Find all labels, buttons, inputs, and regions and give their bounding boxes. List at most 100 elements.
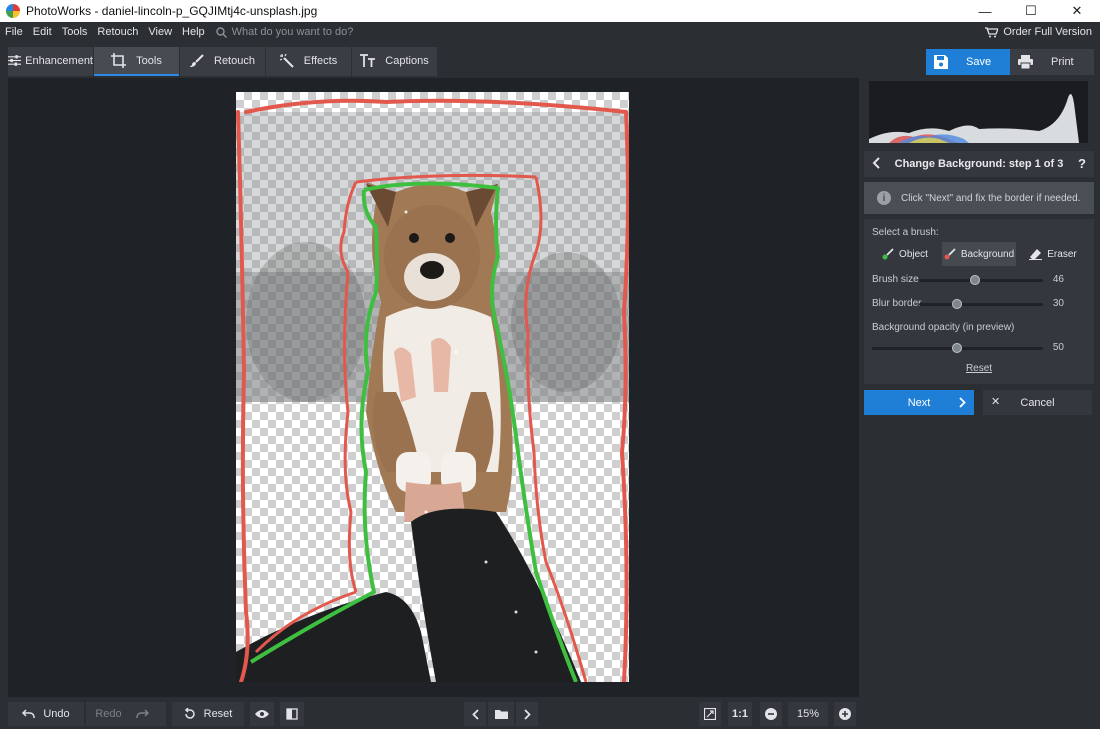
maximize-icon[interactable]: ☐	[1008, 0, 1054, 22]
undo-button[interactable]: Undo	[8, 702, 84, 726]
brush-size-label: Brush size	[872, 274, 919, 285]
main-toolbar: Enhancement Tools Retouch Effects Captio…	[0, 42, 1100, 78]
folder-icon	[494, 710, 508, 719]
tab-label: Captions	[385, 54, 429, 67]
zoom-in-button[interactable]	[834, 702, 856, 726]
order-label: Order Full Version	[1003, 26, 1092, 38]
brush-size-slider[interactable]	[919, 275, 1043, 285]
image-canvas[interactable]	[8, 78, 859, 697]
brush-size-value: 46	[1052, 274, 1064, 285]
search-placeholder: What do you want to do?	[231, 26, 354, 38]
compare-button[interactable]	[280, 702, 304, 726]
next-image-button[interactable]	[516, 702, 538, 726]
redo-icon	[135, 709, 149, 718]
slider-track	[919, 303, 1043, 306]
back-arrow-icon[interactable]	[872, 157, 880, 169]
brush-label: Background	[960, 248, 1015, 260]
undo-icon	[22, 709, 36, 718]
blur-border-label: Blur border	[872, 298, 922, 309]
tab-label: Enhancement	[25, 54, 93, 67]
menu-file[interactable]: File	[0, 26, 28, 38]
histogram-graph	[869, 93, 1079, 143]
reset-label: Reset	[203, 708, 233, 720]
help-icon[interactable]: ?	[1078, 156, 1086, 171]
bg-opacity-slider[interactable]	[872, 343, 1043, 353]
tab-tools[interactable]: Tools	[94, 47, 179, 76]
previous-image-button[interactable]	[464, 702, 486, 726]
menu-bar: File Edit Tools Retouch View Help What d…	[0, 22, 1100, 42]
step-title: Change Background: step 1 of 3	[894, 158, 1064, 170]
save-button[interactable]: Save	[926, 49, 1010, 75]
next-button[interactable]: Next	[864, 390, 974, 415]
bg-opacity-label: Background opacity (in preview)	[872, 322, 1015, 333]
reset-settings-link[interactable]: Reset	[864, 363, 1094, 374]
order-full-version-link[interactable]: Order Full Version	[985, 22, 1092, 42]
slider-knob[interactable]	[952, 299, 962, 309]
fit-to-screen-button[interactable]	[699, 702, 721, 726]
info-text: Click "Next" and fix the border if neede…	[901, 192, 1081, 204]
title-bar: PhotoWorks - daniel-lincoln-p_GQJIMtj4c-…	[0, 0, 1100, 22]
save-label: Save	[966, 56, 992, 68]
brush-settings: Select a brush: Object Background Eraser…	[864, 219, 1094, 384]
actual-size-button[interactable]: 1:1	[728, 702, 752, 726]
eraser-icon	[1029, 249, 1043, 260]
redo-button[interactable]: Redo	[86, 702, 166, 726]
print-button[interactable]: Print	[1010, 49, 1094, 75]
blur-border-slider[interactable]	[919, 299, 1043, 309]
redo-label: Redo	[95, 708, 122, 720]
fit-screen-icon	[704, 708, 716, 720]
slider-knob[interactable]	[970, 275, 980, 285]
tab-enhancement[interactable]: Enhancement	[8, 47, 93, 76]
menu-edit[interactable]: Edit	[28, 26, 57, 38]
zoom-out-button[interactable]	[760, 702, 782, 726]
text-icon	[360, 54, 376, 67]
tab-label: Retouch	[214, 54, 255, 67]
app-logo-icon	[6, 4, 20, 18]
zoom-out-icon	[765, 708, 777, 720]
blur-border-value: 30	[1052, 298, 1064, 309]
reset-button[interactable]: Reset	[172, 702, 244, 726]
search-input[interactable]: What do you want to do?	[215, 26, 354, 38]
minimize-icon[interactable]: —	[962, 0, 1008, 22]
photo-preview[interactable]	[236, 92, 629, 682]
eraser-brush-button[interactable]: Eraser	[1016, 242, 1090, 266]
bg-opacity-value: 50	[1052, 342, 1064, 353]
object-brush-icon	[882, 248, 894, 260]
menu-tools[interactable]: Tools	[57, 26, 93, 38]
menu-retouch[interactable]: Retouch	[92, 26, 143, 38]
slider-knob[interactable]	[952, 343, 962, 353]
step-header: Change Background: step 1 of 3 ?	[864, 151, 1094, 177]
photo-illustration	[236, 98, 629, 682]
preview-toggle-button[interactable]	[250, 702, 274, 726]
zoom-level-field[interactable]: 15%	[788, 702, 828, 726]
tab-effects[interactable]: Effects	[266, 47, 351, 76]
cancel-button[interactable]: ✕ Cancel	[983, 390, 1092, 415]
open-folder-button[interactable]	[488, 702, 514, 726]
brush-label: Object	[899, 248, 928, 260]
cancel-label: Cancel	[1020, 396, 1055, 409]
right-panel: Change Background: step 1 of 3 ? i Click…	[864, 78, 1094, 697]
brush-label: Eraser	[1047, 248, 1077, 260]
crop-icon	[111, 53, 127, 68]
close-icon[interactable]: ✕	[1054, 0, 1100, 22]
search-icon	[215, 26, 227, 38]
background-brush-button[interactable]: Background	[942, 242, 1016, 266]
tab-captions[interactable]: Captions	[352, 47, 437, 76]
menu-view[interactable]: View	[143, 26, 177, 38]
floppy-disk-icon	[934, 55, 948, 69]
menu-help[interactable]: Help	[177, 26, 210, 38]
histogram	[869, 81, 1088, 143]
tab-label: Effects	[303, 54, 338, 67]
tab-label: Tools	[136, 54, 162, 67]
tab-retouch[interactable]: Retouch	[180, 47, 265, 76]
brush-options: Object Background Eraser	[868, 242, 1090, 266]
compare-icon	[286, 708, 298, 720]
chevron-left-icon	[471, 708, 479, 720]
object-brush-button[interactable]: Object	[868, 242, 942, 266]
brush-icon	[190, 53, 204, 67]
sliders-icon	[8, 55, 22, 66]
window-title: PhotoWorks - daniel-lincoln-p_GQJIMtj4c-…	[26, 4, 318, 18]
reset-icon	[184, 708, 195, 719]
printer-icon	[1018, 55, 1033, 69]
undo-label: Undo	[43, 708, 70, 720]
